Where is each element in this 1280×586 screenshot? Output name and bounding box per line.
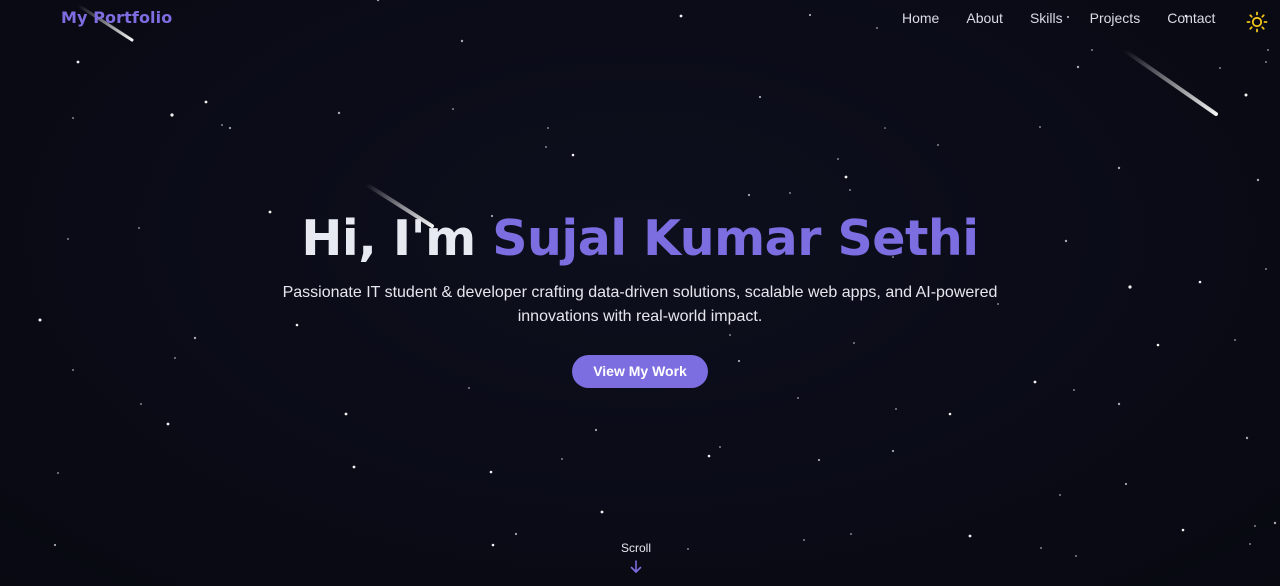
star	[1073, 389, 1075, 391]
star	[797, 397, 799, 399]
star	[1219, 67, 1221, 69]
star	[758, 95, 762, 99]
star	[1091, 49, 1093, 51]
scroll-label: Scroll	[620, 541, 651, 555]
star	[1076, 65, 1080, 69]
star	[1117, 402, 1121, 406]
star	[837, 158, 839, 160]
star	[817, 458, 821, 462]
shooting-stars	[76, 3, 1218, 228]
star	[719, 446, 721, 448]
portfolio-page: My Portfolio Home About Skills Projects …	[0, 0, 1280, 586]
scroll-indicator[interactable]: Scroll	[600, 541, 672, 574]
star	[1249, 543, 1251, 545]
star	[337, 111, 341, 115]
star	[687, 548, 689, 550]
star	[600, 510, 604, 514]
star	[937, 144, 939, 146]
top-navbar: My Portfolio Home About Skills Projects …	[0, 0, 1280, 36]
star	[884, 127, 886, 129]
nav-link-about[interactable]: About	[966, 10, 1003, 26]
star	[571, 153, 575, 157]
nav-link-home[interactable]: Home	[902, 10, 939, 26]
sun-icon	[1246, 11, 1268, 33]
star	[747, 193, 751, 197]
nav-link-projects[interactable]: Projects	[1090, 10, 1141, 26]
star	[460, 39, 464, 43]
hero-name: Sujal Kumar Sethi	[492, 210, 979, 267]
star	[1040, 547, 1042, 549]
star	[491, 543, 495, 547]
star	[140, 403, 142, 405]
nav-link-contact[interactable]: Contact	[1167, 10, 1215, 26]
theme-toggle-button[interactable]	[1246, 11, 1268, 33]
star	[948, 412, 952, 416]
view-my-work-button[interactable]: View My Work	[572, 355, 708, 388]
star	[1075, 555, 1077, 557]
star	[352, 465, 356, 469]
star	[76, 60, 80, 64]
star	[204, 100, 208, 104]
arrow-down-icon	[630, 560, 642, 573]
star	[1254, 525, 1256, 527]
star	[895, 408, 897, 410]
star	[789, 192, 791, 194]
star	[228, 126, 232, 130]
star	[1245, 436, 1249, 440]
star	[561, 458, 563, 460]
star	[1273, 521, 1277, 525]
star	[1039, 126, 1041, 128]
star	[166, 422, 170, 426]
star	[514, 532, 518, 536]
star	[1181, 528, 1185, 532]
star	[1267, 49, 1269, 51]
hero-section: Hi, I'm Sujal Kumar Sethi Passionate IT …	[0, 210, 1280, 388]
star	[1117, 166, 1121, 170]
nav-links: Home About Skills Projects Contact	[902, 10, 1242, 26]
shooting-star	[1122, 48, 1218, 116]
hero-title: Hi, I'm Sujal Kumar Sethi	[0, 210, 1280, 267]
star	[968, 534, 972, 538]
star	[547, 127, 549, 129]
star	[57, 472, 59, 474]
brand-logo[interactable]: My Portfolio	[61, 8, 172, 27]
star	[489, 470, 493, 474]
star	[849, 189, 851, 191]
star	[221, 124, 223, 126]
star	[170, 113, 174, 117]
star	[344, 412, 348, 416]
hero-subtitle: Passionate IT student & developer crafti…	[282, 284, 998, 325]
star	[1124, 482, 1128, 486]
star	[545, 146, 547, 148]
star	[594, 428, 598, 432]
star	[1059, 494, 1061, 496]
star	[72, 117, 74, 119]
star	[53, 543, 57, 547]
star	[452, 108, 454, 110]
nav-link-skills[interactable]: Skills	[1030, 10, 1063, 26]
hero-greeting: Hi, I'm	[301, 210, 493, 267]
star	[891, 449, 895, 453]
star	[1256, 178, 1260, 182]
star	[844, 175, 848, 179]
star	[1244, 93, 1248, 97]
star	[707, 454, 711, 458]
star	[850, 533, 852, 535]
star	[803, 539, 805, 541]
star	[1265, 61, 1267, 63]
